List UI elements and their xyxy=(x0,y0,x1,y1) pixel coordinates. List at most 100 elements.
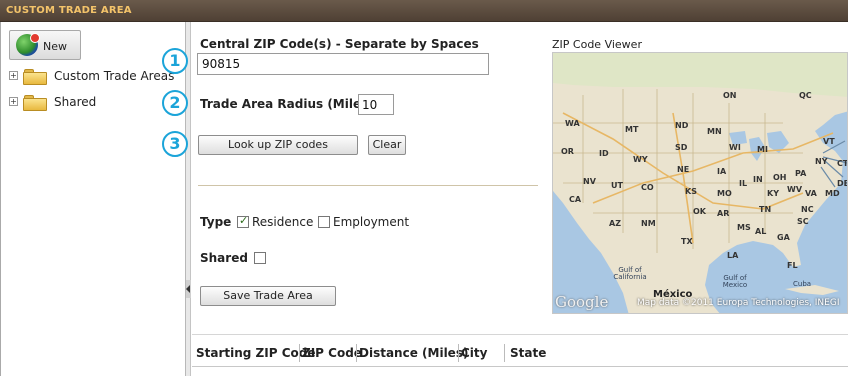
trade-area-sidebar: New + Custom Trade Areas + Shared xyxy=(0,22,186,376)
map-state-label-nm: NM xyxy=(641,219,656,228)
google-logo: Google xyxy=(555,293,609,311)
map-water-label: Gulf of California xyxy=(613,266,647,281)
map-state-label-wy: WY xyxy=(633,155,648,164)
map-state-label-co: CO xyxy=(641,183,654,192)
new-button[interactable]: New xyxy=(9,30,81,60)
map-state-label-nd: ND xyxy=(675,121,689,130)
column-header-city[interactable]: City xyxy=(461,346,487,360)
map-state-label-al: AL xyxy=(755,227,767,236)
map-state-label-ny: NY xyxy=(815,157,828,166)
map-state-label-in: IN xyxy=(753,175,763,184)
map-state-label-de: DE xyxy=(837,179,848,188)
map-state-label-mn: MN xyxy=(707,127,722,136)
step-2-badge: 2 xyxy=(162,90,188,116)
map-state-label-az: AZ xyxy=(609,219,621,228)
column-separator xyxy=(458,344,459,362)
column-separator xyxy=(299,344,300,362)
shared-option: Shared xyxy=(200,250,280,266)
zip-code-input[interactable] xyxy=(197,53,489,75)
map-state-label-fl: FL xyxy=(787,261,798,270)
map-state-label-va: VA xyxy=(805,189,817,198)
map-state-label-ms: MS xyxy=(737,223,751,232)
collapse-arrow-icon[interactable] xyxy=(186,280,191,298)
map-state-label-sc: SC xyxy=(797,217,809,226)
tree-item-shared[interactable]: + Shared xyxy=(9,92,187,112)
globe-add-icon xyxy=(16,33,40,56)
map-state-label-pa: PA xyxy=(795,169,807,178)
map-state-label-on: ON xyxy=(723,91,737,100)
map-state-label-wv: WV xyxy=(787,185,803,194)
panel-splitter[interactable] xyxy=(186,22,191,376)
form-divider xyxy=(198,185,538,186)
map-state-label-ct: CT xyxy=(837,159,848,168)
map-state-label-id: ID xyxy=(599,149,609,158)
map-state-label-mt: MT xyxy=(625,125,639,134)
map-state-label-tn: TN xyxy=(759,205,772,214)
results-divider xyxy=(192,334,848,335)
window-title: CUSTOM TRADE AREA xyxy=(6,5,132,16)
main-panel: Central ZIP Code(s) - Separate by Spaces… xyxy=(192,22,848,376)
column-separator xyxy=(356,344,357,362)
employment-checkbox[interactable] xyxy=(318,216,330,228)
column-header-distance[interactable]: Distance (Miles) xyxy=(359,346,468,360)
employment-label: Employment xyxy=(333,215,410,229)
map-state-label-il: IL xyxy=(739,179,748,188)
column-separator xyxy=(504,344,505,362)
expand-icon[interactable]: + xyxy=(9,97,18,106)
folder-icon xyxy=(23,94,49,112)
results-table-header: Starting ZIP Code ZIP Code Distance (Mil… xyxy=(192,342,848,364)
clear-button[interactable]: Clear xyxy=(368,135,406,155)
zip-code-map[interactable]: ON QC WA MT ND MN OR ID SD WI MI VT WY NY NE IA PA CT IL IN… xyxy=(552,52,848,314)
map-state-label-mi: MI xyxy=(757,145,768,154)
type-label: Type xyxy=(200,215,232,229)
map-state-label-ks: KS xyxy=(685,187,697,196)
folder-icon xyxy=(23,68,49,86)
window-titlebar: CUSTOM TRADE AREA xyxy=(0,0,848,22)
residence-label: Residence xyxy=(252,215,314,229)
residence-checkbox[interactable] xyxy=(237,214,249,228)
radius-input[interactable] xyxy=(358,94,394,115)
map-state-label-la: LA xyxy=(727,251,739,260)
tree-item-custom-trade-areas[interactable]: + Custom Trade Areas xyxy=(9,66,187,86)
map-title: ZIP Code Viewer xyxy=(552,38,642,51)
column-header-state[interactable]: State xyxy=(510,346,546,360)
map-state-label-md: MD xyxy=(825,189,840,198)
type-options: Type Residence Employment xyxy=(200,214,460,230)
map-state-label-tx: TX xyxy=(681,237,693,246)
shared-label: Shared xyxy=(200,251,248,265)
results-table-rule xyxy=(192,366,848,367)
map-state-label-wa: WA xyxy=(565,119,580,128)
shared-checkbox[interactable] xyxy=(254,252,266,264)
map-water-label: Gulf of Mexico xyxy=(722,274,748,289)
map-state-label-ca: CA xyxy=(569,195,582,204)
expand-icon[interactable]: + xyxy=(9,71,18,80)
map-state-label-wi: WI xyxy=(729,143,741,152)
map-state-label-ia: IA xyxy=(717,167,727,176)
map-state-label-ut: UT xyxy=(611,181,623,190)
step-1-badge: 1 xyxy=(162,48,188,74)
map-state-label-or: OR xyxy=(561,147,574,156)
map-state-label-sd: SD xyxy=(675,143,688,152)
map-country-label: Cuba xyxy=(793,280,812,288)
lookup-zip-codes-button[interactable]: Look up ZIP codes xyxy=(198,135,358,155)
save-trade-area-button[interactable]: Save Trade Area xyxy=(200,286,336,306)
column-header-starting-zip[interactable]: Starting ZIP Code xyxy=(196,346,315,360)
map-state-label-qc: QC xyxy=(799,91,812,100)
new-button-label: New xyxy=(43,40,67,53)
tree-item-label: Custom Trade Areas xyxy=(54,69,175,83)
map-state-label-vt: VT xyxy=(823,137,835,146)
map-state-label-ar: AR xyxy=(717,209,730,218)
map-state-label-mo: MO xyxy=(717,189,732,198)
zip-code-label: Central ZIP Code(s) - Separate by Spaces xyxy=(200,37,479,51)
map-state-label-ky: KY xyxy=(767,189,779,198)
map-attribution: Map data ©2011 Europa Technologies, INEG… xyxy=(637,298,840,308)
map-state-label-ne: NE xyxy=(677,165,690,174)
column-header-zip[interactable]: ZIP Code xyxy=(302,346,362,360)
map-state-label-nc: NC xyxy=(801,205,814,214)
map-state-label-oh: OH xyxy=(773,173,787,182)
map-state-label-nv: NV xyxy=(583,177,596,186)
map-state-label-ok: OK xyxy=(693,207,706,216)
tree-item-label: Shared xyxy=(54,95,97,109)
map-state-label-ga: GA xyxy=(777,233,790,242)
radius-label: Trade Area Radius (Miles) xyxy=(200,97,374,111)
